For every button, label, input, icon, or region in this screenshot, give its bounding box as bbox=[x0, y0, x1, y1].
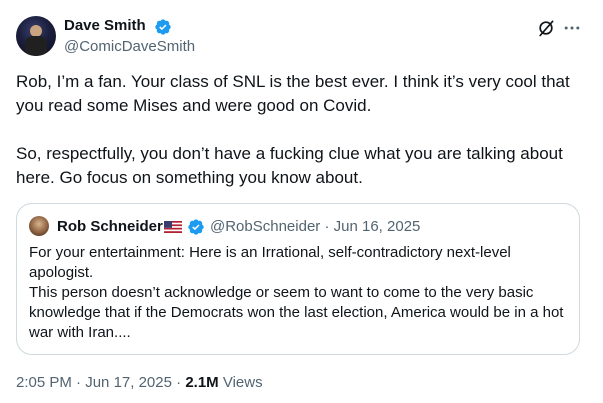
quote-author-avatar[interactable] bbox=[29, 216, 49, 236]
tweet-footer: 2:05 PM · Jun 17, 2025 · 2.1M Views bbox=[16, 373, 263, 393]
quote-line-2: This person doesn’t acknowledge or seem … bbox=[29, 284, 564, 341]
verified-badge-icon bbox=[155, 19, 171, 35]
more-options-icon[interactable] bbox=[562, 18, 582, 38]
views-count[interactable]: 2.1M bbox=[185, 374, 218, 391]
tweet-paragraph-2: So, respectfully, you don’t have a fucki… bbox=[16, 144, 568, 187]
tweet-paragraph-1: Rob, I’m a fan. Your class of SNL is the… bbox=[16, 72, 575, 115]
author-name[interactable]: Dave Smith bbox=[64, 17, 146, 35]
quote-author-name[interactable]: Rob Schneider bbox=[57, 218, 163, 236]
quote-separator: · bbox=[324, 218, 330, 235]
grok-icon[interactable] bbox=[536, 18, 556, 38]
author-handle[interactable]: @ComicDaveSmith bbox=[64, 38, 195, 56]
quoted-tweet[interactable]: Rob Schneider @RobSchneider · Jun 16, 20… bbox=[16, 203, 580, 355]
quote-verified-badge-icon bbox=[188, 219, 204, 235]
quote-date[interactable]: Jun 16, 2025 bbox=[334, 218, 421, 235]
tweet-date[interactable]: Jun 17, 2025 bbox=[85, 374, 172, 391]
us-flag-icon bbox=[164, 221, 182, 233]
quote-line-1: For your entertainment: Here is an Irrat… bbox=[29, 244, 511, 281]
tweet-time[interactable]: 2:05 PM bbox=[16, 374, 72, 391]
tweet: Dave Smith @ComicDaveSmith Rob, I’m a fa… bbox=[0, 0, 603, 403]
quote-text: For your entertainment: Here is an Irrat… bbox=[29, 243, 569, 343]
views-label: Views bbox=[222, 374, 263, 391]
footer-separator-2: · bbox=[176, 374, 182, 391]
quote-meta: @RobSchneider · Jun 16, 2025 bbox=[210, 218, 420, 236]
author-avatar[interactable] bbox=[16, 16, 56, 56]
footer-separator-1: · bbox=[76, 374, 82, 391]
quote-author-handle[interactable]: @RobSchneider bbox=[210, 218, 320, 235]
